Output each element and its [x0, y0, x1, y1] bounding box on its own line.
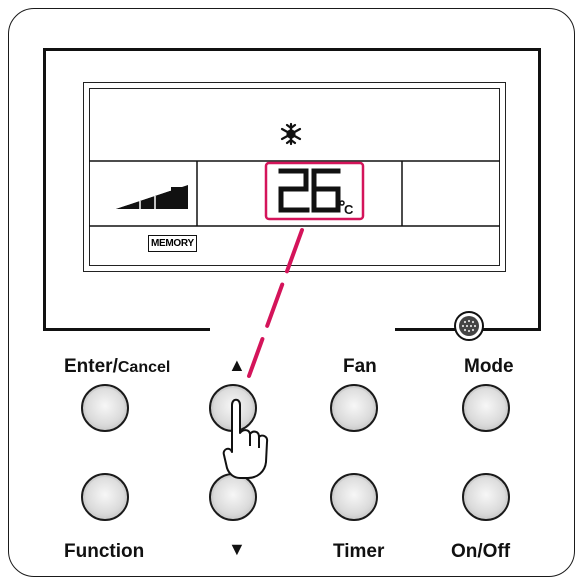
- on-off-label: On/Off: [451, 541, 511, 562]
- enter-cancel-button[interactable]: [81, 384, 129, 432]
- mode-button[interactable]: [462, 384, 510, 432]
- timer-button[interactable]: [330, 473, 378, 521]
- on-off-button[interactable]: [462, 473, 510, 521]
- down-button[interactable]: [209, 473, 257, 521]
- fan-button[interactable]: [330, 384, 378, 432]
- up-arrow-label: ▲: [228, 355, 246, 375]
- up-button[interactable]: [209, 384, 257, 432]
- remote-controller: MEMORY Enter/Cancel ▲ Fan Mode Function …: [0, 0, 585, 587]
- timer-label: Timer: [333, 541, 385, 562]
- bezel-bottom-right: [395, 328, 541, 331]
- function-label: Function: [64, 541, 145, 562]
- memory-indicator: MEMORY: [148, 235, 197, 252]
- mode-label: Mode: [464, 356, 514, 377]
- enter-cancel-label: Enter/Cancel: [64, 356, 171, 377]
- bezel-bottom-left: [43, 328, 210, 331]
- function-button[interactable]: [81, 473, 129, 521]
- down-arrow-label: ▼: [228, 539, 246, 559]
- fan-label: Fan: [343, 356, 377, 377]
